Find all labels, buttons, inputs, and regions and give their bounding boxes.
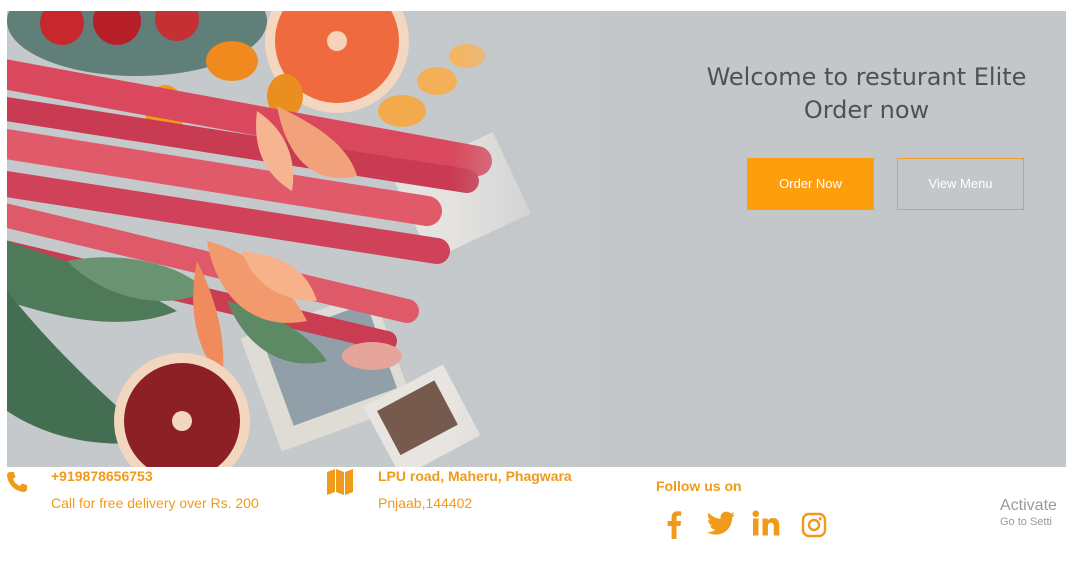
linkedin-icon[interactable] xyxy=(752,510,782,536)
phone-number[interactable]: +919878656753 xyxy=(51,468,153,484)
hero-banner: Welcome to resturant Elite Order now Ord… xyxy=(7,11,1066,467)
delivery-note: Call for free delivery over Rs. 200 xyxy=(51,495,259,511)
address-line1: LPU road, Maheru, Phagwara xyxy=(378,468,572,484)
facebook-icon[interactable] xyxy=(666,509,682,539)
follow-us-heading: Follow us on xyxy=(656,478,742,494)
watermark-line1: Activate xyxy=(1000,497,1057,514)
address-line2: Pnjaab,144402 xyxy=(378,495,473,511)
hero-title-line2: Order now xyxy=(803,96,930,124)
map-icon xyxy=(327,469,353,495)
hero-title: Welcome to resturant Elite Order now xyxy=(667,61,1066,127)
instagram-icon[interactable] xyxy=(801,512,827,538)
hero-title-line1: Welcome to resturant Elite xyxy=(706,63,1027,91)
order-now-button[interactable]: Order Now xyxy=(747,158,874,210)
watermark-line2: Go to Setti xyxy=(1000,516,1052,528)
phone-icon xyxy=(7,472,27,492)
activation-watermark: Activate Go to Setti xyxy=(1000,497,1057,528)
view-menu-button[interactable]: View Menu xyxy=(897,158,1024,210)
twitter-icon[interactable] xyxy=(706,511,736,537)
